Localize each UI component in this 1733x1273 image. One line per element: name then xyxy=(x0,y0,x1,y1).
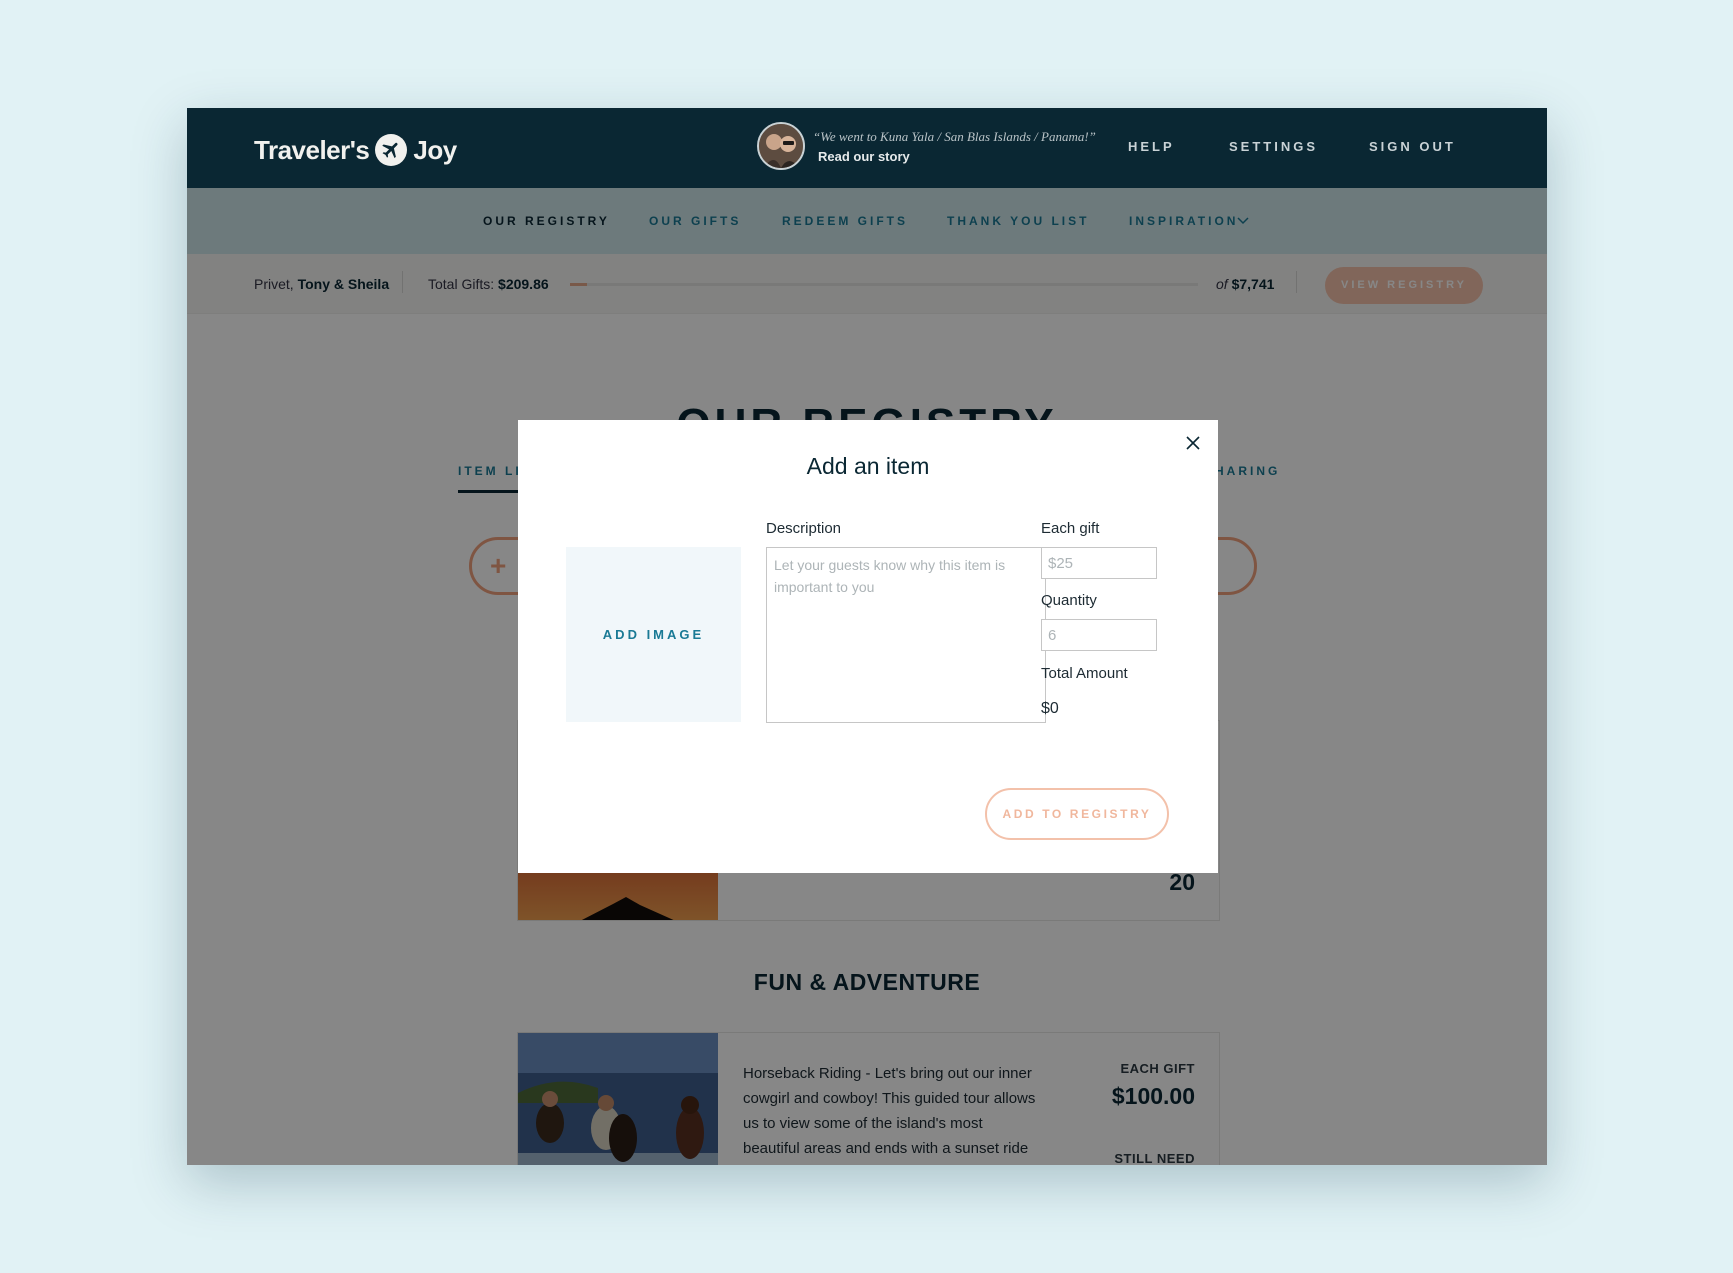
description-textarea[interactable] xyxy=(766,547,1046,723)
modal-title: Add an item xyxy=(806,453,930,479)
couple-avatar xyxy=(757,122,805,170)
quantity-input[interactable] xyxy=(1041,619,1157,651)
close-icon[interactable] xyxy=(1184,434,1202,452)
total-amount-value: $0 xyxy=(1041,700,1059,717)
help-link[interactable]: HELP xyxy=(1128,139,1175,154)
each-gift-input[interactable] xyxy=(1041,547,1157,579)
add-to-registry-button[interactable]: ADD TO REGISTRY xyxy=(985,788,1169,840)
airplane-icon xyxy=(375,134,408,166)
browser-window: Traveler's Joy “We went to Kuna Yala / S… xyxy=(187,108,1547,1165)
total-amount-label: Total Amount xyxy=(1041,665,1128,682)
each-gift-label: Each gift xyxy=(1041,520,1100,537)
settings-link[interactable]: SETTINGS xyxy=(1229,139,1318,154)
top-header: Traveler's Joy “We went to Kuna Yala / S… xyxy=(187,108,1547,188)
quantity-label: Quantity xyxy=(1041,592,1097,609)
read-story-link[interactable]: Read our story xyxy=(818,149,1096,164)
logo-text-travelers: Traveler's xyxy=(254,134,370,165)
add-item-modal: Add an item ADD IMAGE Description Each g… xyxy=(518,420,1218,873)
sign-out-link[interactable]: SIGN OUT xyxy=(1369,139,1456,154)
logo[interactable]: Traveler's Joy xyxy=(254,132,457,168)
add-image-button[interactable]: ADD IMAGE xyxy=(566,547,741,722)
our-story-link[interactable]: “We went to Kuna Yala / San Blas Islands… xyxy=(757,122,1096,170)
logo-text-joy: Joy xyxy=(413,134,457,165)
story-quote: “We went to Kuna Yala / San Blas Islands… xyxy=(813,128,1096,144)
description-label: Description xyxy=(766,520,842,537)
